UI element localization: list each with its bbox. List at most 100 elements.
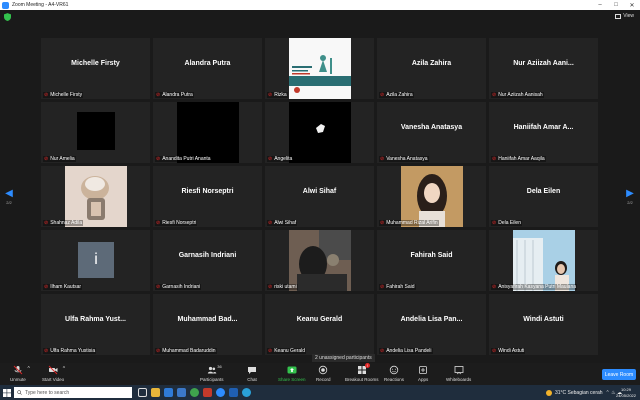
system-clock[interactable]: 10:29 24/05/2022	[616, 387, 636, 398]
participant-tile[interactable]: ⊘ Muhammad Rizal Arifin	[377, 166, 486, 227]
participant-tile[interactable]: ⊘ Anandita Putri Ananta	[153, 102, 262, 163]
avatar: i	[78, 242, 114, 278]
participant-name-label: ⊘ Anandita Putri Ananta	[155, 156, 212, 162]
maximize-button[interactable]: □	[608, 0, 624, 10]
participants-count: 36	[217, 364, 222, 369]
participant-display-name: Riesfi Norseptri	[181, 188, 234, 195]
title-bar: Zoom Meeting - A4-VR61 – □ ✕	[0, 0, 640, 10]
participants-button[interactable]: 36 Participants	[200, 364, 224, 382]
participant-display-name: Keanu Gerald	[296, 316, 343, 323]
word-icon[interactable]	[229, 388, 238, 397]
muted-mic-icon: ⊘	[156, 348, 161, 354]
window-title: Zoom Meeting - A4-VR61	[12, 2, 69, 8]
participant-tile[interactable]: ⊘ Nur Amelia	[41, 102, 150, 163]
participant-name-label: ⊘ Garnasih Indriani	[155, 284, 202, 290]
participant-tile[interactable]: Ulfa Rahma Yust... ⊘ Ulfa Rahma Yustisia	[41, 294, 150, 355]
participant-tile[interactable]: Alwi Sihaf ⊘ Alwi Sihaf	[265, 166, 374, 227]
participant-name-text: Muhammad Badaruddin	[162, 348, 216, 354]
participant-name-text: Ulfa Rahma Yustisia	[50, 348, 96, 354]
chat-button[interactable]: Chat	[247, 365, 257, 382]
participant-tile[interactable]: Andelia Lisa Pan... ⊘ Andelia Lisa Pandeli	[377, 294, 486, 355]
muted-mic-icon: ⊘	[492, 220, 497, 226]
participant-name-text: riski utami	[274, 284, 297, 290]
participant-tile[interactable]: Garnasih Indriani ⊘ Garnasih Indriani	[153, 230, 262, 291]
file-explorer-icon[interactable]	[151, 388, 160, 397]
participant-tile[interactable]: Keanu Gerald ⊘ Keanu Gerald	[265, 294, 374, 355]
view-button[interactable]: View	[615, 13, 634, 19]
participant-tile[interactable]: ⊘ Angelita	[265, 102, 374, 163]
participant-display-name: Haniifah Amar A...	[513, 124, 574, 131]
windows-start-button[interactable]	[0, 385, 14, 400]
avatar-initial: i	[94, 251, 98, 268]
apps-button[interactable]: Apps	[418, 365, 428, 382]
whiteboard-icon	[454, 365, 464, 375]
participant-tile[interactable]: i ⊘ Ilham Kautsar	[41, 230, 150, 291]
minimize-button[interactable]: –	[592, 0, 608, 10]
participant-tile[interactable]: Windi Astuti ⊘ Windi Astuti	[489, 294, 598, 355]
office-icon[interactable]	[203, 388, 212, 397]
whiteboards-button[interactable]: Whiteboards	[446, 365, 471, 382]
meeting-toolbar: ^ Unmute ^ Start Video 36 Participants C…	[0, 363, 640, 385]
muted-mic-icon: ⊘	[380, 284, 385, 290]
participant-tile[interactable]: Muhammad Bad... ⊘ Muhammad Badaruddin	[153, 294, 262, 355]
close-button[interactable]: ✕	[624, 0, 640, 10]
participant-name-text: Riesfi Norseptri	[162, 220, 197, 226]
participant-tile[interactable]: Fahirah Said ⊘ Fahirah Said	[377, 230, 486, 291]
system-tray: 31°C Sebagian cerah ⌃ ♨ ☁	[545, 385, 622, 400]
participant-tile[interactable]: Vanesha Anatasya ⊘ Vanesha Anatasya	[377, 102, 486, 163]
participant-tile[interactable]: Alandra Putra ⊘ Alandra Putra	[153, 38, 262, 99]
participant-display-name: Andelia Lisa Pan...	[400, 316, 463, 323]
participant-display-name: Windi Astuti	[523, 316, 564, 323]
participant-display-name: Garnasih Indriani	[178, 252, 237, 259]
chrome-icon[interactable]	[190, 388, 199, 397]
participant-tile[interactable]: Nur Aziizah Aani... ⊘ Nur Aziizah Aanisah	[489, 38, 598, 99]
participant-tile[interactable]: ⊘ riski utami	[265, 230, 374, 291]
clock-date: 24/05/2022	[615, 392, 636, 398]
leave-room-button[interactable]: Leave Room	[602, 369, 636, 380]
previous-page-button[interactable]: ◀ 2/2	[3, 188, 15, 205]
chat-bubble-icon	[247, 365, 257, 375]
share-screen-button[interactable]: Share Screen	[278, 365, 306, 382]
telegram-icon[interactable]	[242, 388, 251, 397]
participant-tile[interactable]: Dela Eilen ⊘ Dela Eilen	[489, 166, 598, 227]
video-options-caret-icon[interactable]: ^	[63, 366, 65, 372]
weather-text[interactable]: 31°C Sebagian cerah	[555, 390, 603, 396]
muted-mic-icon: ⊘	[268, 156, 273, 162]
participant-name-label: ⊘ Ilham Kautsar	[43, 284, 83, 290]
breakout-rooms-button[interactable]: ! Breakout Rooms	[345, 363, 379, 382]
muted-mic-icon: ⊘	[268, 284, 273, 290]
participant-name-text: Haniifah Amar Aaqila	[498, 156, 545, 162]
participant-tile[interactable]: ⊘ Shahnaz Adila	[41, 166, 150, 227]
next-page-button[interactable]: ▶ 2/2	[624, 188, 636, 205]
participant-name-label: ⊘ Angelita	[267, 156, 294, 162]
store-icon[interactable]	[177, 388, 186, 397]
meeting-area: View ◀ 2/2 ▶ 2/2 Michelle Firsty ⊘ Michell…	[0, 10, 640, 363]
muted-mic-icon: ⊘	[44, 220, 49, 226]
participant-tile[interactable]: ⊘ Rizka	[265, 38, 374, 99]
participant-name-text: Angelita	[274, 156, 293, 162]
participant-tile[interactable]: Haniifah Amar A... ⊘ Haniifah Amar Aaqila	[489, 102, 598, 163]
reactions-button[interactable]: Reactions	[384, 365, 404, 382]
participant-tile[interactable]: Michelle Firsty ⊘ Michelle Firsty	[41, 38, 150, 99]
muted-microphone-icon: ^	[13, 365, 30, 375]
participant-tile[interactable]: Azila Zahira ⊘ Azila Zahira	[377, 38, 486, 99]
windows-logo-icon	[3, 388, 11, 397]
chevron-right-icon: ▶	[626, 188, 634, 199]
share-screen-icon	[287, 365, 297, 375]
edge-browser-icon[interactable]	[164, 388, 173, 397]
participant-tile[interactable]: Riesfi Norseptri ⊘ Riesfi Norseptri	[153, 166, 262, 227]
participant-name-label: ⊘ Muhammad Badaruddin	[155, 348, 217, 354]
participant-tile[interactable]: ⊘ Anisyafirah Kasyana Putri Maulana	[489, 230, 598, 291]
audio-options-caret-icon[interactable]: ^	[28, 366, 30, 372]
task-view-icon[interactable]	[138, 388, 147, 397]
record-button[interactable]: Record	[316, 365, 331, 382]
unassigned-participants-label[interactable]: 2 unassigned participants	[312, 354, 375, 362]
zoom-taskbar-icon[interactable]	[216, 388, 225, 397]
grid-view-icon	[615, 13, 622, 19]
breakout-rooms-icon: !	[357, 363, 370, 375]
participant-name-label: ⊘ Keanu Gerald	[267, 348, 307, 354]
taskbar-search-box[interactable]: Type here to search	[14, 387, 132, 398]
unmute-button[interactable]: ^ Unmute	[10, 365, 30, 382]
security-shield-icon[interactable]	[4, 13, 11, 21]
start-video-button[interactable]: ^ Start Video	[42, 365, 65, 382]
